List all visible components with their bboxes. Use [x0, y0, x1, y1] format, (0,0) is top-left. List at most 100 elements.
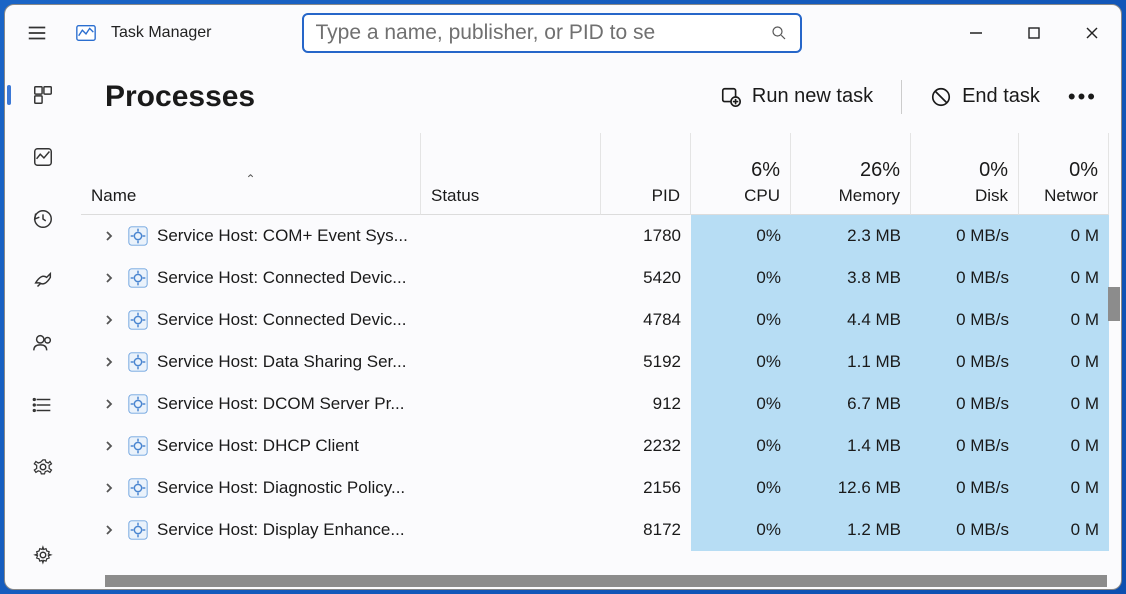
cell-status: [421, 341, 601, 383]
action-divider: [901, 80, 902, 114]
cell-status: [421, 509, 601, 551]
col-name[interactable]: ⌃Name: [81, 133, 421, 215]
cell-status: [421, 383, 601, 425]
cell-disk: 0 MB/s: [911, 509, 1019, 551]
process-icon: [127, 225, 149, 247]
cell-status: [421, 257, 601, 299]
services-icon: [32, 456, 54, 478]
cell-pid: 912: [601, 383, 691, 425]
cell-pid: 5192: [601, 341, 691, 383]
hamburger-menu[interactable]: [15, 11, 59, 55]
process-name: Service Host: Connected Devic...: [157, 310, 406, 330]
nav-history[interactable]: [13, 199, 73, 239]
search-box[interactable]: [302, 13, 802, 53]
table-row[interactable]: Service Host: Connected Devic...: [81, 299, 421, 341]
table-row[interactable]: Service Host: COM+ Event Sys...: [81, 215, 421, 257]
cell-memory: 12.6 MB: [791, 467, 911, 509]
cell-memory: 1.2 MB: [791, 509, 911, 551]
horizontal-scrollbar[interactable]: [105, 575, 1107, 587]
cell-disk: 0 MB/s: [911, 383, 1019, 425]
startup-icon: [32, 270, 54, 292]
cell-status: [421, 215, 601, 257]
cell-status: [421, 299, 601, 341]
vertical-scrollbar[interactable]: [1108, 287, 1120, 321]
table-row[interactable]: Service Host: Diagnostic Policy...: [81, 467, 421, 509]
cell-disk: 0 MB/s: [911, 299, 1019, 341]
process-icon: [127, 519, 149, 541]
window-controls: [947, 11, 1121, 55]
end-task-button[interactable]: End task: [930, 85, 1040, 108]
cell-network: 0 M: [1019, 467, 1109, 509]
process-name: Service Host: Data Sharing Ser...: [157, 352, 406, 372]
minimize-button[interactable]: [947, 11, 1005, 55]
search-input[interactable]: [316, 21, 770, 45]
gear-icon: [32, 544, 54, 566]
cell-cpu: 0%: [691, 299, 791, 341]
nav-startup[interactable]: [13, 261, 73, 301]
nav-performance[interactable]: [13, 137, 73, 177]
table-row[interactable]: Service Host: Connected Devic...: [81, 257, 421, 299]
cell-network: 0 M: [1019, 341, 1109, 383]
cell-status: [421, 467, 601, 509]
maximize-button[interactable]: [1005, 11, 1063, 55]
sidebar: [5, 61, 80, 589]
process-icon: [127, 267, 149, 289]
col-disk[interactable]: 0%Disk: [911, 133, 1019, 215]
cell-cpu: 0%: [691, 509, 791, 551]
nav-details[interactable]: [13, 385, 73, 425]
table-row[interactable]: Service Host: DCOM Server Pr...: [81, 383, 421, 425]
col-pid[interactable]: PID: [601, 133, 691, 215]
cell-network: 0 M: [1019, 383, 1109, 425]
nav-processes[interactable]: [13, 75, 73, 115]
col-memory[interactable]: 26%Memory: [791, 133, 911, 215]
cell-disk: 0 MB/s: [911, 341, 1019, 383]
cell-network: 0 M: [1019, 215, 1109, 257]
hamburger-icon: [26, 22, 48, 44]
col-cpu[interactable]: 6%CPU: [691, 133, 791, 215]
app-icon: [75, 22, 97, 44]
page-header: Processes Run new task End task •••: [81, 61, 1121, 133]
cell-status: [421, 425, 601, 467]
table-row[interactable]: Service Host: Display Enhance...: [81, 509, 421, 551]
nav-services[interactable]: [13, 447, 73, 487]
more-button[interactable]: •••: [1068, 86, 1097, 108]
cell-disk: 0 MB/s: [911, 425, 1019, 467]
cell-network: 0 M: [1019, 425, 1109, 467]
cell-network: 0 M: [1019, 509, 1109, 551]
window: Task Manager: [4, 4, 1122, 590]
process-name: Service Host: Diagnostic Policy...: [157, 478, 405, 498]
process-icon: [127, 393, 149, 415]
process-table: ⌃NameStatusPID6%CPU26%Memory0%Disk0%Netw…: [81, 133, 1121, 589]
search-icon: [770, 24, 788, 42]
cell-cpu: 0%: [691, 341, 791, 383]
cell-disk: 0 MB/s: [911, 215, 1019, 257]
cell-pid: 8172: [601, 509, 691, 551]
table-row[interactable]: Service Host: Data Sharing Ser...: [81, 341, 421, 383]
cell-memory: 1.1 MB: [791, 341, 911, 383]
cell-memory: 1.4 MB: [791, 425, 911, 467]
cell-pid: 1780: [601, 215, 691, 257]
cell-cpu: 0%: [691, 257, 791, 299]
nav-users[interactable]: [13, 323, 73, 363]
process-name: Service Host: Display Enhance...: [157, 520, 405, 540]
page-title: Processes: [105, 80, 255, 114]
run-task-label: Run new task: [752, 85, 873, 108]
process-icon: [127, 477, 149, 499]
cell-cpu: 0%: [691, 383, 791, 425]
process-icon: [127, 435, 149, 457]
process-name: Service Host: DHCP Client: [157, 436, 359, 456]
client-area: Processes Run new task End task ••• ⌃Nam…: [5, 61, 1121, 589]
col-status[interactable]: Status: [421, 133, 601, 215]
col-network[interactable]: 0%Networ: [1019, 133, 1109, 215]
process-name: Service Host: Connected Devic...: [157, 268, 406, 288]
close-button[interactable]: [1063, 11, 1121, 55]
process-icon: [127, 309, 149, 331]
cell-memory: 4.4 MB: [791, 299, 911, 341]
end-task-icon: [930, 86, 952, 108]
cell-pid: 2232: [601, 425, 691, 467]
cell-memory: 3.8 MB: [791, 257, 911, 299]
nav-settings[interactable]: [13, 535, 73, 575]
performance-icon: [32, 146, 54, 168]
table-row[interactable]: Service Host: DHCP Client: [81, 425, 421, 467]
run-new-task-button[interactable]: Run new task: [720, 85, 873, 108]
